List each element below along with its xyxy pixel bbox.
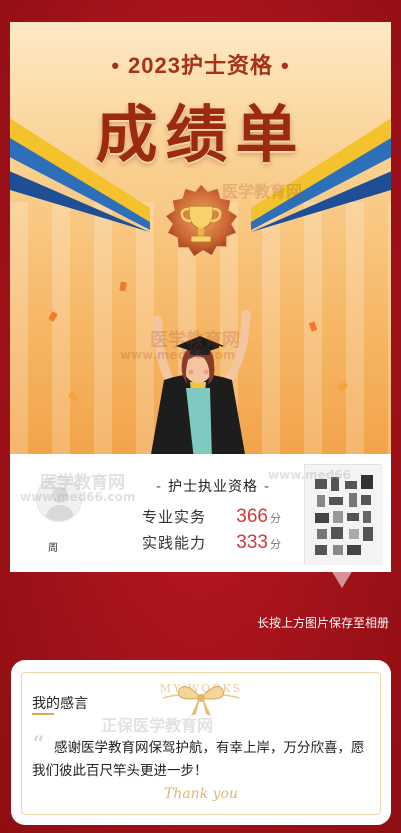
bow-ribbon-icon [163, 685, 239, 716]
score-panel: 周 -护士执业资格- 专业实务366分 实践能力333分 医学教育网 [10, 454, 391, 572]
score-unit: 分 [270, 538, 281, 551]
score-value: 366 [236, 506, 268, 527]
user-avatar [36, 476, 82, 522]
exam-title-text: 护士执业资格 [168, 479, 258, 495]
thank-you-signature: Thank you [163, 786, 238, 802]
user-name: 周 [48, 543, 58, 554]
score-label: 实践能力 [142, 534, 207, 552]
score-certificate-image[interactable]: • 2023护士资格 • 成绩单 医学教育网 www.med66.com 医学教… [10, 22, 391, 572]
message-text: 感谢医学教育网保驾护航，有幸上岸，万分欣喜，愿我们彼此百尺竿头更进一步！ [32, 740, 365, 779]
score-row: 专业实务 366 分 [142, 506, 312, 528]
score-unit: 分 [270, 512, 281, 525]
score-label: 专业实务 [142, 508, 207, 526]
qr-code-image [304, 464, 383, 565]
score-value: 333 [236, 532, 268, 553]
message-card: MY WORKS 我的感言 正保医学教育网 “ 感谢医学教育网保驾护航，有幸上岸… [11, 660, 391, 825]
year-title-text: 2023护士资格 [128, 53, 273, 78]
qr-code-pattern [305, 465, 383, 565]
trophy-medal-icon [163, 182, 240, 259]
message-title: 我的感言 [32, 696, 88, 712]
exam-title: - 护士执业资格 - [155, 479, 271, 495]
main-title: 成绩单 [95, 98, 306, 171]
year-title: • 2023护士资格 • [111, 53, 290, 78]
certificate-hero: • 2023护士资格 • 成绩单 医学教育网 www.med66.com 医学教… [10, 22, 391, 454]
avatar-placeholder-icon [45, 487, 75, 521]
title-underline [32, 713, 54, 715]
score-row: 实践能力 333 分 [142, 532, 312, 554]
save-tip: 长按上方图片保存至相册 [256, 616, 389, 630]
graduate-illustration [151, 310, 251, 454]
tip-pointer [331, 570, 353, 588]
